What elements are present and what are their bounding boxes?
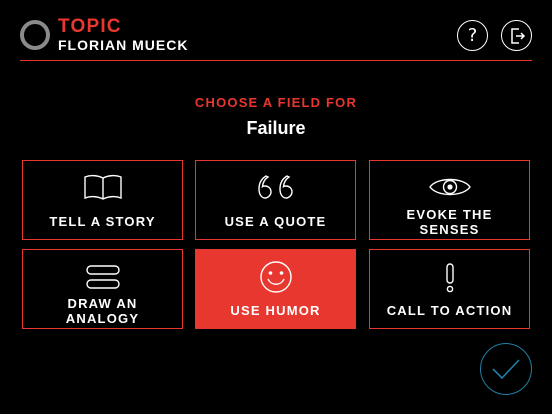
quote-icon <box>257 175 293 199</box>
help-button[interactable]: ? <box>457 20 488 51</box>
logo-ring-icon <box>20 20 50 50</box>
topic-title: Failure <box>246 118 306 138</box>
field-label: EVOKE THE SENSES <box>406 207 493 237</box>
field-use-a-quote[interactable]: USE A QUOTE <box>195 160 356 240</box>
field-label: DRAW AN ANALOGY <box>65 296 140 326</box>
confirm-button[interactable] <box>480 343 532 395</box>
smiley-icon <box>259 261 292 293</box>
question-icon: ? <box>467 24 478 46</box>
eye-icon <box>428 178 471 196</box>
topic-label: TOPIC <box>58 16 122 37</box>
book-icon <box>83 174 122 200</box>
field-evoke-the-senses[interactable]: EVOKE THE SENSES <box>369 160 530 240</box>
exit-button[interactable] <box>501 20 532 51</box>
exclamation-icon <box>445 263 454 293</box>
field-label: USE A QUOTE <box>224 214 327 229</box>
field-label: TELL A STORY <box>49 214 156 229</box>
field-use-humor[interactable]: USE HUMOR <box>195 249 356 329</box>
header-divider <box>20 60 532 61</box>
field-prompt: CHOOSE A FIELD FOR <box>194 95 358 110</box>
author-name: FLORIAN MUECK <box>58 37 189 53</box>
field-call-to-action[interactable]: CALL TO ACTION <box>369 249 530 329</box>
exit-icon <box>510 27 525 44</box>
field-label: USE HUMOR <box>230 303 321 318</box>
field-draw-an-analogy[interactable]: DRAW AN ANALOGY <box>22 249 183 329</box>
checkmark-icon <box>492 359 520 380</box>
field-tell-a-story[interactable]: TELL A STORY <box>22 160 183 240</box>
field-label: CALL TO ACTION <box>386 303 513 318</box>
equals-icon <box>85 265 120 289</box>
